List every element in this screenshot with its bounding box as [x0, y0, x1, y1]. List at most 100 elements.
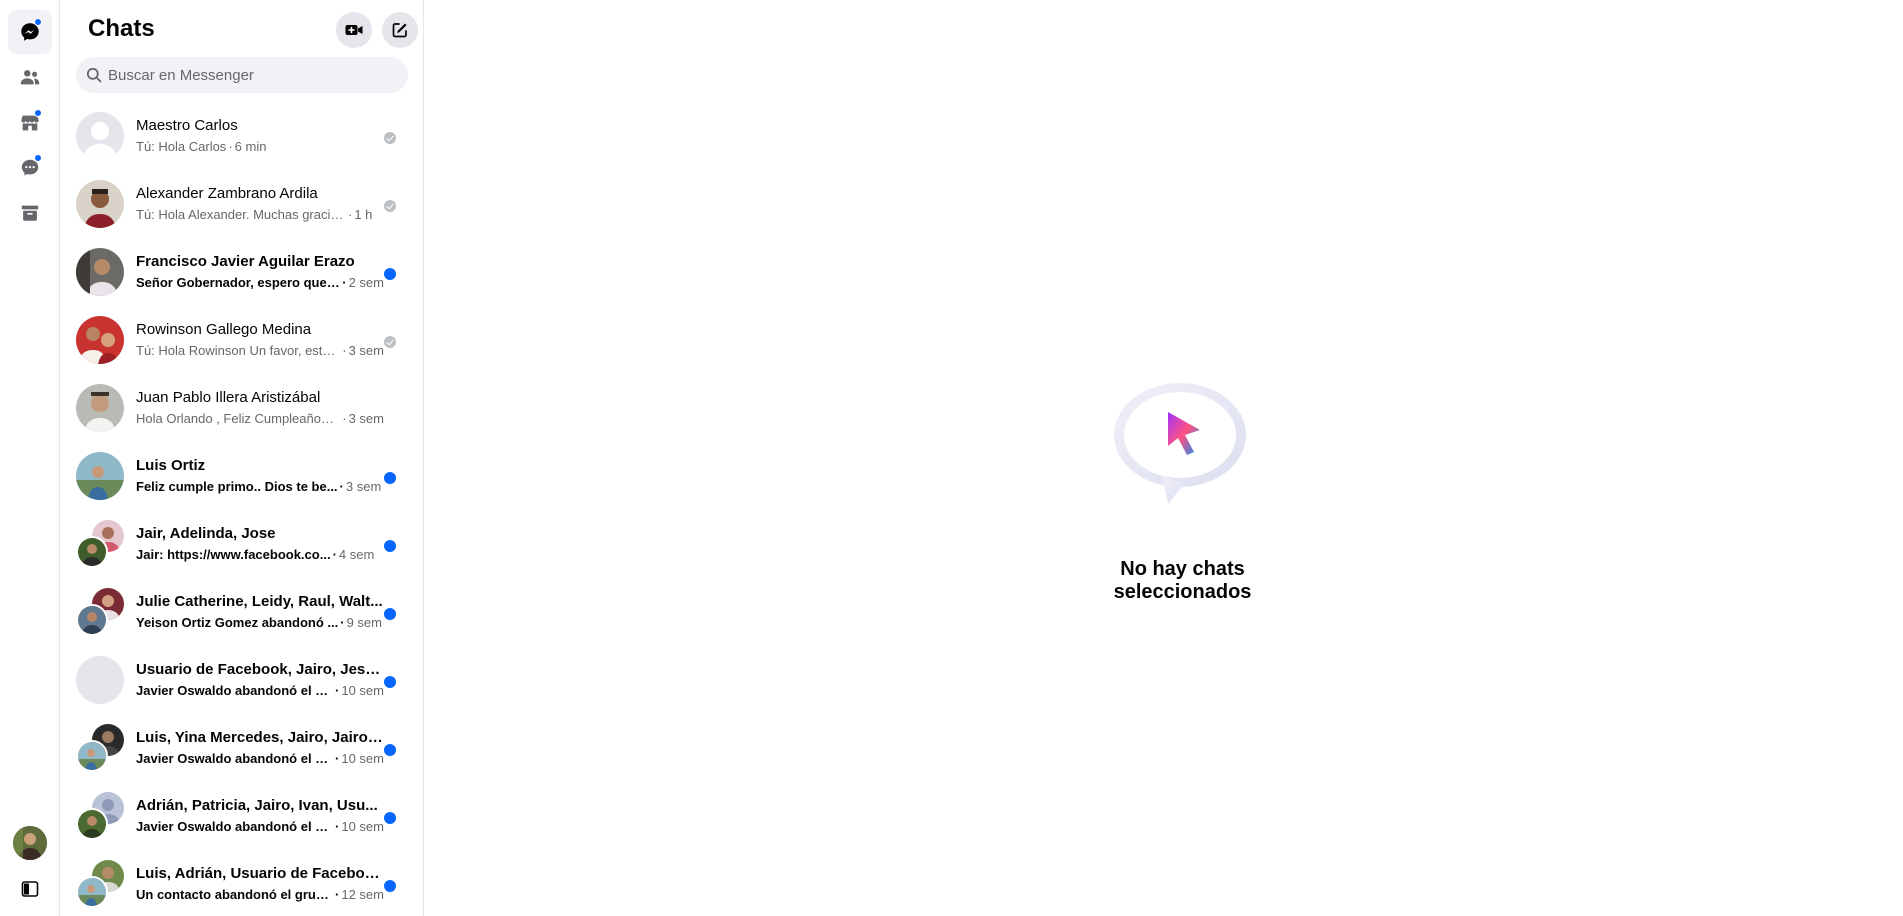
chat-last-message: Javier Oswaldo abandonó el g...	[136, 683, 334, 698]
chat-list: Maestro Carlos Tú: Hola Carlos · 6 min Ale…	[68, 104, 416, 916]
chat-last-message: Javier Oswaldo abandonó el g...	[136, 751, 334, 766]
avatar-photo	[76, 248, 124, 296]
chat-last-message: Tú: Hola Alexander. Muchas gracias ...	[136, 207, 346, 222]
avatar-photo	[76, 536, 108, 568]
unread-dot	[384, 540, 396, 552]
chat-name: Francisco Javier Aguilar Erazo	[136, 253, 355, 270]
avatar	[76, 248, 124, 296]
seen-indicator	[384, 132, 396, 144]
people-icon	[20, 70, 40, 85]
rail-chats-button[interactable]	[8, 10, 52, 54]
avatar	[76, 860, 124, 908]
chat-row[interactable]: Luis, Adrián, Usuario de Faceboo... Un c…	[68, 852, 408, 916]
avatar	[76, 384, 124, 432]
chat-last-message: Señor Gobernador, espero que ...	[136, 275, 341, 290]
chat-row[interactable]: Julie Catherine, Leidy, Raul, Walt... Ye…	[68, 580, 408, 648]
avatar	[76, 520, 124, 568]
avatar-photo	[76, 452, 124, 500]
chat-row[interactable]: Usuario de Facebook, Jairo, Jesu... Javi…	[68, 648, 408, 716]
chat-time: 9 sem	[346, 615, 382, 630]
chat-name: Juan Pablo Illera Aristizábal	[136, 389, 321, 406]
chat-row[interactable]: Jair, Adelinda, Jose Jair: https://www.f…	[68, 512, 408, 580]
chat-row[interactable]: Luis Ortiz Feliz cumple primo.. Dios te …	[68, 444, 408, 512]
empty-state-text: No hay chats seleccionados	[1113, 558, 1252, 603]
rail-marketplace-button[interactable]	[8, 101, 52, 145]
search-bar[interactable]	[76, 57, 408, 93]
unread-dot	[384, 812, 396, 824]
chat-name: Rowinson Gallego Medina	[136, 321, 312, 338]
chat-name: Usuario de Facebook, Jairo, Jesu...	[136, 661, 384, 678]
chat-row[interactable]: Rowinson Gallego Medina Tú: Hola Rowinso…	[68, 308, 408, 376]
unread-dot	[384, 472, 396, 484]
avatar-photo	[76, 876, 108, 908]
chat-time: 1 h	[354, 207, 373, 222]
sidebar-toggle-icon	[21, 881, 39, 897]
new-video-call-button[interactable]	[336, 12, 372, 48]
chat-time: 10 sem	[341, 751, 384, 766]
compose-icon	[392, 23, 407, 38]
chat-last-message: Tú: Hola Carlos	[136, 139, 227, 154]
avatar	[76, 656, 124, 704]
chat-row[interactable]: Francisco Javier Aguilar Erazo Señor Gob…	[68, 240, 408, 308]
chat-name: Luis, Adrián, Usuario de Faceboo...	[136, 865, 384, 882]
avatar-placeholder	[76, 656, 124, 704]
left-rail	[0, 0, 60, 916]
unread-dot	[384, 608, 396, 620]
unread-dot	[384, 880, 396, 892]
chat-row[interactable]: Maestro Carlos Tú: Hola Carlos · 6 min	[68, 104, 408, 172]
rail-people-button[interactable]	[8, 55, 52, 99]
avatar	[76, 316, 124, 364]
avatar	[76, 792, 124, 840]
chat-time: 10 sem	[341, 819, 384, 834]
chat-last-message: Yeison Ortiz Gomez abandonó ...	[136, 615, 339, 630]
avatar-photo	[76, 604, 108, 636]
notification-dot	[34, 18, 42, 26]
profile-avatar[interactable]	[13, 826, 47, 860]
seen-indicator	[384, 200, 396, 212]
chat-row[interactable]: Alexander Zambrano Ardila Tú: Hola Alexa…	[68, 172, 408, 240]
chat-time: 3 sem	[348, 411, 384, 426]
chat-name: Jair, Adelinda, Jose	[136, 525, 276, 542]
chat-last-message: Un contacto abandonó el grupo.	[136, 887, 334, 902]
avatar	[76, 724, 124, 772]
search-input[interactable]	[108, 66, 388, 84]
chat-row[interactable]: Juan Pablo Illera Aristizábal Hola Orlan…	[68, 376, 408, 444]
sidebar-toggle-button[interactable]	[8, 869, 52, 909]
rail-requests-button[interactable]	[8, 146, 52, 190]
archive-icon	[21, 205, 39, 221]
avatar-photo	[76, 180, 124, 228]
avatar-photo	[76, 808, 108, 840]
notification-dot	[34, 154, 42, 162]
search-icon	[86, 67, 102, 83]
avatar	[76, 180, 124, 228]
unread-dot	[384, 268, 396, 280]
compose-button[interactable]	[382, 12, 418, 48]
rail-archive-button[interactable]	[8, 191, 52, 235]
chat-time: 3 sem	[345, 479, 382, 494]
avatar	[76, 112, 124, 160]
video-plus-icon	[345, 25, 363, 35]
chat-last-message: Jair: https://www.facebook.co...	[136, 547, 331, 562]
avatar-placeholder	[76, 112, 124, 160]
chat-time: 4 sem	[338, 547, 375, 562]
seen-indicator	[384, 336, 396, 348]
avatar-photo	[76, 316, 124, 364]
messenger-cursor-bubble-icon	[1110, 380, 1250, 510]
avatar	[76, 588, 124, 636]
chat-last-message: Javier Oswaldo abandonó el g...	[136, 819, 334, 834]
avatar-photo	[76, 740, 108, 772]
chat-row[interactable]: Luis, Yina Mercedes, Jairo, Jairo,... Ja…	[68, 716, 408, 784]
chat-time: 2 sem	[348, 275, 384, 290]
chat-last-message: Hola Orlando , Feliz Cumpleaños ...	[136, 411, 341, 426]
chat-name: Maestro Carlos	[136, 117, 238, 134]
messenger-app: Chats Maestro Carlos Tú: Hola Carlos·6 m…	[0, 0, 1903, 916]
unread-dot	[384, 744, 396, 756]
chat-time: 10 sem	[341, 683, 384, 698]
chat-name: Luis, Yina Mercedes, Jairo, Jairo,...	[136, 729, 384, 746]
notification-dot	[34, 109, 42, 117]
chat-row[interactable]: Adrián, Patricia, Jairo, Ivan, Usu... Ja…	[68, 784, 408, 852]
unread-dot	[384, 676, 396, 688]
chat-time: 3 sem	[348, 343, 384, 358]
avatar	[76, 452, 124, 500]
panel-header: Chats	[88, 12, 418, 48]
